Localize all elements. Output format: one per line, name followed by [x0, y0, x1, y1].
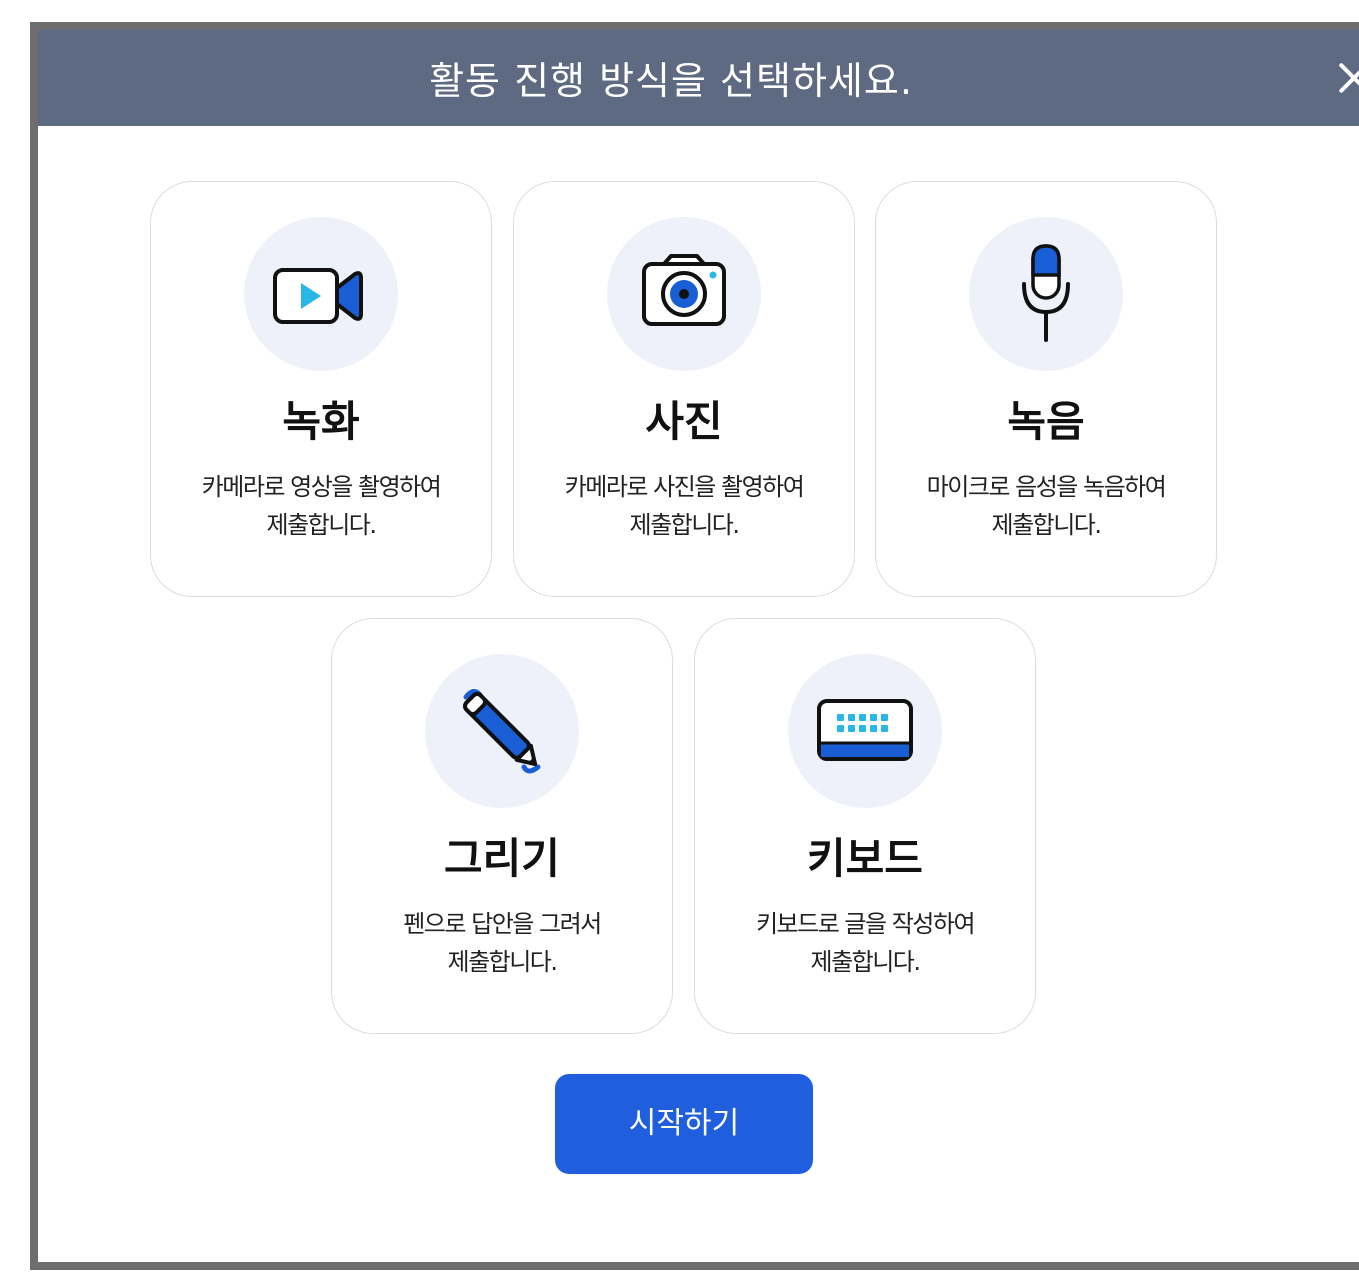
option-card-record-video[interactable]: 녹화 카메라로 영상을 촬영하여 제출합니다. [150, 181, 492, 597]
description-line-1: 카메라로 사진을 촬영하여 [564, 473, 805, 501]
camera-icon [642, 254, 726, 326]
dialog-title: 활동 진행 방식을 선택하세요. [429, 59, 913, 103]
description-line-1: 카메라로 영상을 촬영하여 [201, 473, 442, 501]
close-icon[interactable] [1328, 54, 1359, 104]
microphone-icon [1022, 244, 1070, 342]
option-card-draw[interactable]: 그리기 펜으로 답안을 그려서 제출합니다. [331, 618, 673, 1034]
option-title: 녹음 [1007, 397, 1085, 446]
dialog-header: 활동 진행 방식을 선택하세요. [38, 30, 1359, 126]
option-card-keyboard[interactable]: 키보드 키보드로 글을 작성하여 제출합니다. [694, 618, 1036, 1034]
icon-circle [969, 217, 1123, 371]
icon-circle [425, 654, 579, 808]
option-description: 카메라로 사진을 촬영하여 제출합니다. [524, 468, 844, 544]
description-line-1: 마이크로 음성을 녹음하여 [926, 473, 1167, 501]
description-line-1: 펜으로 답안을 그려서 [403, 910, 602, 938]
description-line-2: 제출합니다. [810, 948, 921, 976]
option-card-photo[interactable]: 사진 카메라로 사진을 촬영하여 제출합니다. [513, 181, 855, 597]
option-title: 녹화 [282, 397, 360, 446]
description-line-2: 제출합니다. [629, 511, 740, 539]
keyboard-icon [817, 699, 913, 761]
description-line-2: 제출합니다. [991, 511, 1102, 539]
pen-icon [463, 689, 541, 774]
description-line-2: 제출합니다. [266, 511, 377, 539]
option-description: 카메라로 영상을 촬영하여 제출합니다. [161, 468, 481, 544]
option-title: 키보드 [807, 834, 923, 883]
icon-circle [244, 217, 398, 371]
option-title: 사진 [645, 397, 723, 446]
option-description: 펜으로 답안을 그려서 제출합니다. [342, 905, 662, 981]
option-card-audio-record[interactable]: 녹음 마이크로 음성을 녹음하여 제출합니다. [875, 181, 1217, 597]
start-button[interactable]: 시작하기 [555, 1074, 813, 1174]
option-description: 마이크로 음성을 녹음하여 제출합니다. [886, 468, 1206, 544]
option-title: 그리기 [444, 834, 560, 883]
description-line-2: 제출합니다. [447, 948, 558, 976]
icon-circle [607, 217, 761, 371]
option-description: 키보드로 글을 작성하여 제출합니다. [705, 905, 1025, 981]
description-line-1: 키보드로 글을 작성하여 [755, 910, 976, 938]
icon-circle [788, 654, 942, 808]
video-camera-icon [273, 268, 363, 324]
